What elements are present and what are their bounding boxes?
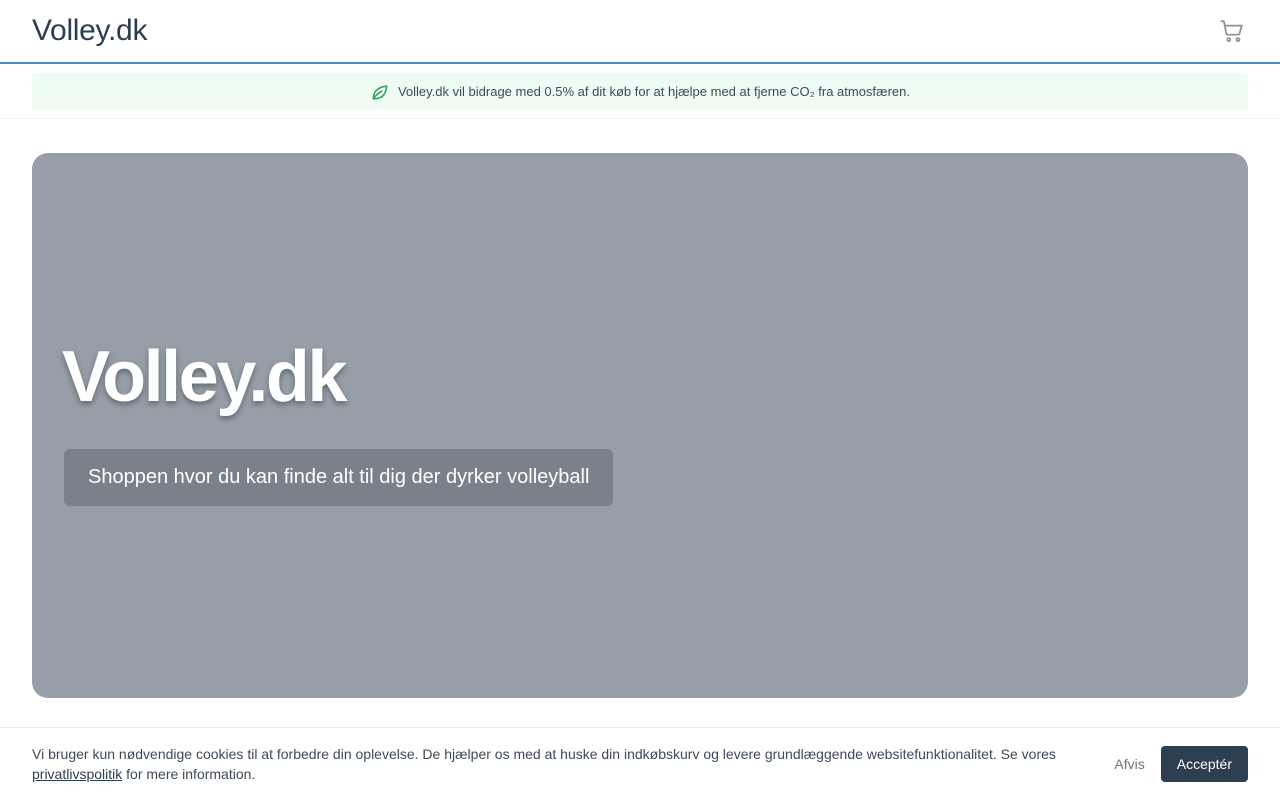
hero-title: Volley.dk — [62, 337, 347, 417]
cookie-text-after: for mere information. — [122, 766, 256, 782]
sustainability-text: Volley.dk vil bidrage med 0.5% af dit kø… — [397, 84, 911, 99]
privacy-policy-link[interactable]: privatlivspolitik — [32, 766, 122, 782]
cookie-banner: Vi bruger kun nødvendige cookies til at … — [0, 727, 1280, 800]
cookie-text: Vi bruger kun nødvendige cookies til at … — [32, 744, 1072, 784]
leaf-icon — [372, 84, 388, 99]
decline-cookies-button[interactable]: Afvis — [1114, 748, 1144, 780]
cart-button[interactable] — [1216, 15, 1248, 47]
accept-cookies-button[interactable]: Acceptér — [1160, 746, 1248, 782]
hero-banner: Volley.dk Shoppen hvor du kan finde alt … — [32, 153, 1248, 698]
cookie-text-before: Vi bruger kun nødvendige cookies til at … — [32, 746, 1056, 762]
hero-subtitle: Shoppen hvor du kan finde alt til dig de… — [64, 449, 614, 506]
shopping-cart-icon — [1220, 20, 1243, 43]
sustainability-banner: Volley.dk vil bidrage med 0.5% af dit kø… — [0, 64, 1280, 119]
site-header: Volley.dk — [0, 0, 1280, 64]
cookie-actions: Afvis Acceptér — [1114, 746, 1248, 782]
site-logo[interactable]: Volley.dk — [32, 14, 147, 48]
sustainability-notice: Volley.dk vil bidrage med 0.5% af dit kø… — [32, 73, 1248, 110]
